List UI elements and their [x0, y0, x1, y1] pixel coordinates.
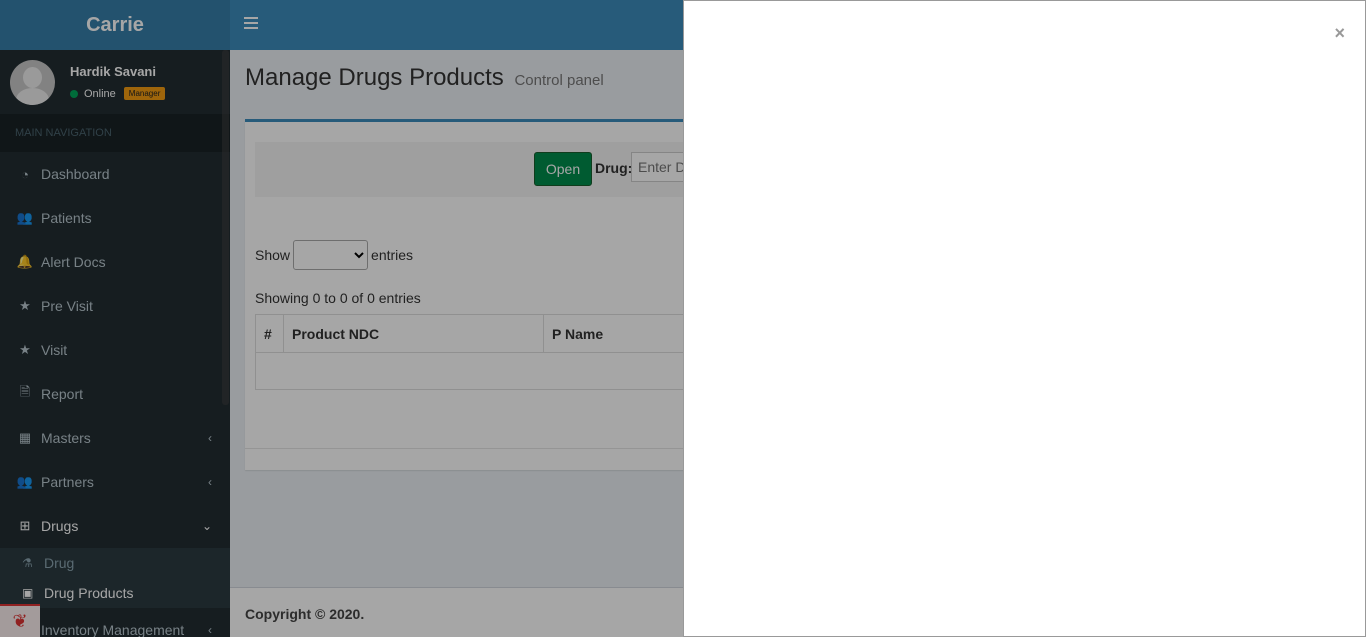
- side-modal: ×: [683, 0, 1366, 637]
- close-icon[interactable]: ×: [1334, 23, 1345, 44]
